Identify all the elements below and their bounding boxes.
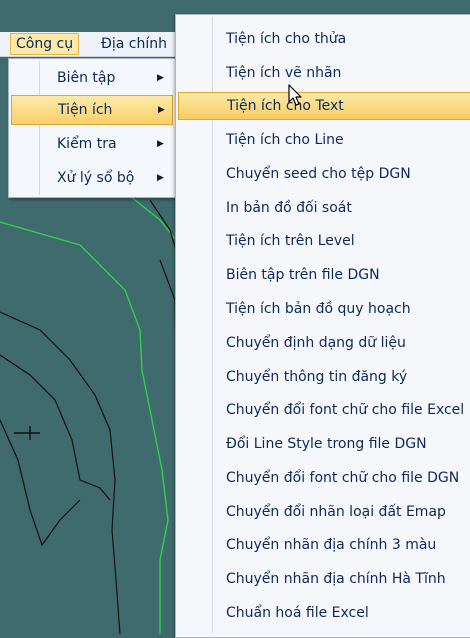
- menu-item-label: Tiện ích vẽ nhãn: [226, 65, 342, 81]
- menu-item-label: Biên tập: [57, 70, 116, 86]
- chevron-right-icon: ▶: [158, 105, 165, 115]
- menu-cong-cu[interactable]: Công cụ: [10, 33, 80, 55]
- menu-item-label: Tiện ích trên Level: [226, 233, 355, 249]
- menu-item-chuyen-nhan-3-mau[interactable]: Chuyển nhãn địa chính 3 màu: [178, 529, 470, 561]
- menu-item-chuyen-dinh-dang-du-lieu[interactable]: Chuyển định dạng dữ liệu: [178, 327, 470, 359]
- menu-item-chuyen-doi-font-dgn[interactable]: Chuyển đổi font chữ cho file DGN: [178, 462, 470, 494]
- menu-item-tien-ich-cho-line[interactable]: Tiện ích cho Line: [178, 124, 470, 156]
- menu-item-label: Đổi Line Style trong file DGN: [226, 436, 427, 452]
- menu-item-tien-ich[interactable]: Tiện ích ▶: [11, 95, 173, 125]
- menu-item-label: Chuyển đổi font chữ cho file Excel: [226, 402, 465, 418]
- menu-item-chuyen-thong-tin-dang-ky[interactable]: Chuyển thông tin đăng ký: [178, 361, 470, 393]
- menu-item-label: Chuyển nhãn địa chính 3 màu: [226, 537, 437, 553]
- submenu-tien-ich: Tiện ích cho thửa Tiện ích vẽ nhãn Tiện …: [175, 14, 470, 638]
- menu-item-doi-line-style[interactable]: Đổi Line Style trong file DGN: [178, 428, 470, 460]
- menu-item-tien-ich-ve-nhan[interactable]: Tiện ích vẽ nhãn: [178, 57, 470, 89]
- menu-bar: Công cụ Địa chính: [0, 32, 180, 57]
- menu-item-kiem-tra[interactable]: Kiểm tra ▶: [11, 129, 173, 159]
- menu-item-label: Tiện ích bản đồ quy hoạch: [226, 301, 411, 317]
- menu-item-chuyen-nhan-ha-tinh[interactable]: Chuyển nhãn địa chính Hà Tĩnh: [178, 563, 470, 595]
- mouse-pointer-icon: [288, 84, 302, 106]
- menu-item-label: Tiện ích cho Text: [227, 98, 344, 114]
- menu-dia-chinh[interactable]: Địa chính: [96, 34, 172, 54]
- submenu-cong-cu: Biên tập ▶ Tiện ích ▶ Kiểm tra ▶ Xử lý s…: [8, 58, 176, 198]
- menu-item-bien-tap-tren-file-dgn[interactable]: Biên tập trên file DGN: [178, 259, 470, 291]
- chevron-right-icon: ▶: [157, 173, 164, 183]
- menu-item-tien-ich-ban-do-quy-hoach[interactable]: Tiện ích bản đồ quy hoạch: [178, 293, 470, 325]
- menu-item-tien-ich-cho-text[interactable]: Tiện ích cho Text: [178, 92, 470, 120]
- chevron-right-icon: ▶: [157, 73, 164, 83]
- menu-item-bien-tap[interactable]: Biên tập ▶: [11, 63, 173, 93]
- menu-item-label: Tiện ích cho Line: [226, 132, 344, 148]
- menu-item-label: Tiện ích: [58, 102, 113, 118]
- menu-item-label: Xử lý sổ bộ: [57, 170, 135, 186]
- menu-item-label: Kiểm tra: [57, 136, 117, 152]
- menu-item-label: Chuyển đổi nhãn loại đất Emap: [226, 504, 446, 520]
- menu-item-label: Chuyển đổi font chữ cho file DGN: [226, 470, 460, 486]
- menu-item-chuan-hoa-excel[interactable]: Chuẩn hoá file Excel: [178, 597, 470, 629]
- menu-item-label: Chuyển seed cho tệp DGN: [226, 166, 411, 182]
- menu-item-in-ban-do-doi-soat[interactable]: In bản đồ đối soát: [178, 192, 470, 224]
- menu-item-label: Chuyển thông tin đăng ký: [226, 369, 408, 385]
- menu-item-label: Chuyển định dạng dữ liệu: [226, 335, 406, 351]
- menu-item-label: Chuyển nhãn địa chính Hà Tĩnh: [226, 571, 446, 587]
- menu-item-xu-ly-so-bo[interactable]: Xử lý sổ bộ ▶: [11, 163, 173, 193]
- menu-item-label: In bản đồ đối soát: [226, 200, 352, 216]
- menu-item-label: Tiện ích cho thửa: [226, 31, 347, 47]
- menu-item-tien-ich-tren-level[interactable]: Tiện ích trên Level: [178, 225, 470, 257]
- menu-item-tien-ich-cho-thua[interactable]: Tiện ích cho thửa: [178, 23, 470, 55]
- chevron-right-icon: ▶: [157, 139, 164, 149]
- menu-item-label: Chuẩn hoá file Excel: [226, 605, 369, 621]
- menu-item-chuyen-seed[interactable]: Chuyển seed cho tệp DGN: [178, 158, 470, 190]
- menu-item-chuyen-doi-nhan-emap[interactable]: Chuyển đổi nhãn loại đất Emap: [178, 496, 470, 528]
- menu-item-label: Biên tập trên file DGN: [226, 267, 380, 283]
- menu-item-chuyen-doi-font-excel[interactable]: Chuyển đổi font chữ cho file Excel: [178, 394, 470, 426]
